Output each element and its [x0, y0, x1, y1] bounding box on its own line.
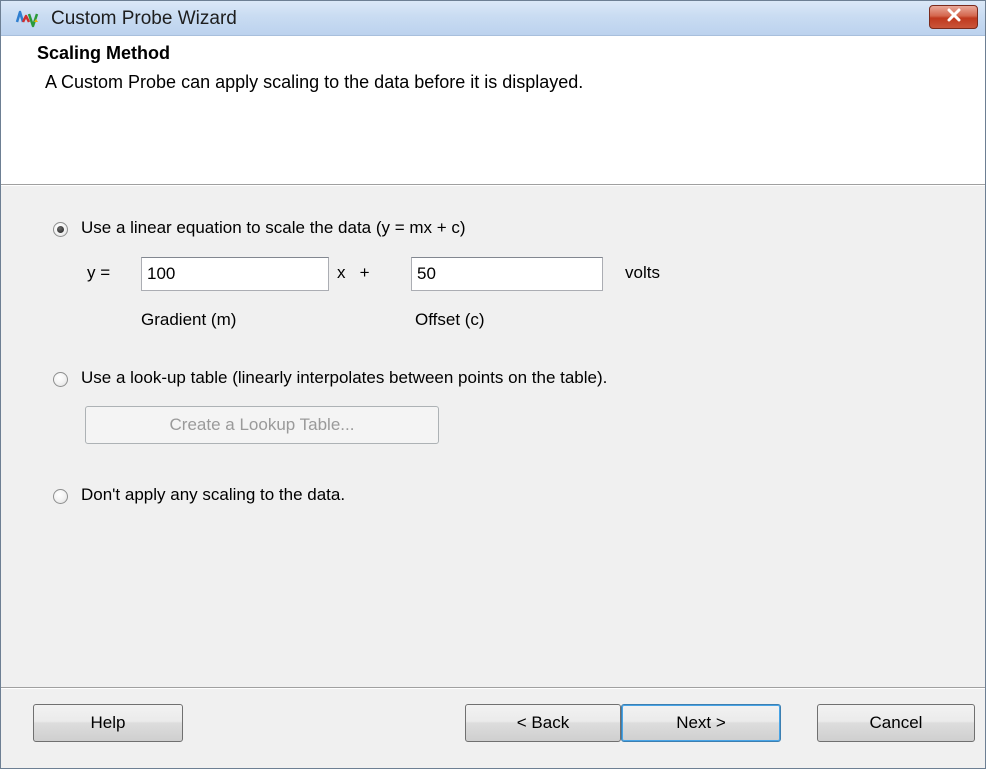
footer-divider	[1, 687, 985, 689]
close-icon	[946, 8, 962, 27]
create-lookup-table-button[interactable]: Create a Lookup Table...	[85, 406, 439, 444]
wizard-window: Custom Probe Wizard Scaling Method A Cus…	[0, 0, 986, 769]
no-scaling-label[interactable]: Don't apply any scaling to the data.	[81, 485, 345, 505]
page-subtitle: A Custom Probe can apply scaling to the …	[45, 72, 584, 92]
gradient-input[interactable]	[141, 257, 329, 291]
next-button[interactable]: Next >	[621, 704, 781, 742]
window-title: Custom Probe Wizard	[51, 8, 237, 29]
gradient-caption: Gradient (m)	[141, 310, 237, 329]
back-button[interactable]: < Back	[465, 704, 621, 742]
units-label: volts	[625, 263, 660, 282]
no-scaling-radio[interactable]	[53, 489, 68, 504]
y-equals-label: y =	[87, 263, 111, 282]
offset-input[interactable]	[411, 257, 603, 291]
x-plus-label: x +	[337, 263, 370, 282]
probe-waveform-icon	[15, 8, 43, 28]
cancel-button[interactable]: Cancel	[817, 704, 975, 742]
page-title: Scaling Method	[37, 43, 171, 63]
linear-equation-radio[interactable]	[53, 222, 68, 237]
lookup-table-radio[interactable]	[53, 372, 68, 387]
close-button[interactable]	[929, 5, 978, 29]
lookup-table-label[interactable]: Use a look-up table (linearly interpolat…	[81, 368, 607, 388]
offset-caption: Offset (c)	[415, 310, 485, 329]
title-bar: Custom Probe Wizard	[1, 1, 985, 36]
linear-equation-label[interactable]: Use a linear equation to scale the data …	[81, 218, 466, 238]
help-button[interactable]: Help	[33, 704, 183, 742]
